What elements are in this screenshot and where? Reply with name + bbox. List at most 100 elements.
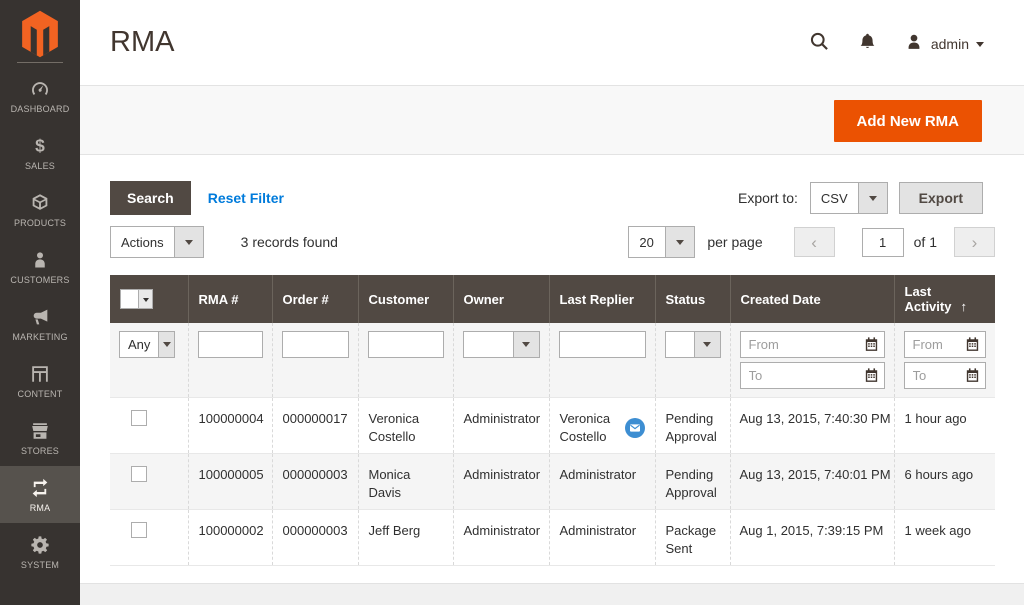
column-header-customer[interactable]: Customer (358, 275, 453, 323)
customers-icon (30, 249, 50, 271)
cell-status: Package Sent (655, 510, 730, 566)
calendar-icon[interactable] (863, 336, 880, 353)
export-button[interactable]: Export (899, 182, 983, 214)
cell-customer: Veronica Costello (358, 398, 453, 454)
rma-icon (28, 477, 52, 499)
user-icon (904, 32, 924, 57)
cell-last_replier: Administrator (549, 510, 655, 566)
cell-order: 000000003 (272, 454, 358, 510)
column-label: Status (666, 292, 706, 307)
customer-filter-input[interactable] (368, 331, 444, 358)
mass-select-filter[interactable]: Any (119, 331, 175, 358)
last-replier-text: Administrator (560, 522, 637, 540)
column-label: Customer (369, 292, 430, 307)
sort-asc-icon: ↑ (960, 299, 967, 314)
table-row[interactable]: 100000004000000017Veronica CostelloAdmin… (110, 398, 995, 454)
add-new-rma-button[interactable]: Add New RMA (834, 100, 983, 142)
page-size-select[interactable]: 20 (628, 226, 695, 258)
column-header-rma[interactable]: RMA # (188, 275, 272, 323)
rma-filter-input[interactable] (198, 331, 263, 358)
cell-activity: 1 week ago (894, 510, 995, 566)
cell-customer: Jeff Berg (358, 510, 453, 566)
sidebar-item-rma[interactable]: RMA (0, 466, 80, 523)
select-dropdown-arrow-icon[interactable] (138, 290, 152, 308)
cell-rma: 100000004 (188, 398, 272, 454)
table-row[interactable]: 100000002000000003Jeff BergAdministrator… (110, 510, 995, 566)
actions-value: Actions (111, 227, 174, 257)
user-name: admin (931, 36, 969, 52)
status-filter-value (666, 332, 694, 357)
select-arrow-icon (694, 332, 720, 357)
row-checkbox[interactable] (131, 522, 147, 538)
column-header-activity[interactable]: Last Activity↑ (894, 275, 995, 323)
prev-page-button[interactable]: ‹ (794, 227, 835, 257)
reset-filter-link[interactable]: Reset Filter (208, 190, 284, 206)
sidebar-item-sales[interactable]: $SALES (0, 124, 80, 181)
calendar-icon[interactable] (964, 367, 981, 384)
notifications-bell-icon[interactable] (857, 31, 878, 58)
grid-controls-row: Actions 3 records found 20 per page ‹ of… (110, 226, 995, 258)
filter-cell-owner (453, 323, 549, 398)
actions-select[interactable]: Actions (110, 226, 204, 258)
sidebar-item-products[interactable]: PRODUCTS (0, 181, 80, 238)
marketing-icon (29, 306, 51, 328)
sidebar-item-label: STORES (21, 446, 59, 456)
sidebar-item-system[interactable]: SYSTEM (0, 523, 80, 580)
column-header-created[interactable]: Created Date (730, 275, 894, 323)
cell-order: 000000017 (272, 398, 358, 454)
sidebar-item-label: PRODUCTS (14, 218, 66, 228)
search-button[interactable]: Search (110, 181, 191, 215)
calendar-icon[interactable] (964, 336, 981, 353)
last-replier-text: Veronica Costello (560, 410, 621, 445)
cell-rma: 100000002 (188, 510, 272, 566)
page-actions-band: Add New RMA (80, 85, 1024, 155)
sidebar-item-marketing[interactable]: MARKETING (0, 295, 80, 352)
row-checkbox[interactable] (131, 410, 147, 426)
row-checkbox[interactable] (131, 466, 147, 482)
table-row[interactable]: 100000005000000003Monica DavisAdministra… (110, 454, 995, 510)
filter-cell-select: Any (110, 323, 188, 398)
message-icon (625, 418, 645, 438)
cell-rma: 100000005 (188, 454, 272, 510)
magento-logo[interactable] (0, 0, 80, 60)
dashboard-icon (29, 78, 51, 100)
mass-select-value: Any (120, 332, 158, 357)
search-icon[interactable] (808, 30, 831, 58)
sidebar-item-customers[interactable]: CUSTOMERS (0, 238, 80, 295)
rma-grid-table: RMA # Order # Customer OwnerLast Replier Sta… (110, 275, 995, 566)
cell-owner: Administrator (453, 398, 549, 454)
status-filter-select[interactable] (665, 331, 721, 358)
order-filter-input[interactable] (282, 331, 349, 358)
filter-cell-created (730, 323, 894, 398)
footer-strip (80, 583, 1024, 605)
sidebar-item-stores[interactable]: STORES (0, 409, 80, 466)
page-title: RMA (110, 26, 174, 59)
select-all-header[interactable] (110, 275, 188, 323)
column-header-status[interactable]: Status (655, 275, 730, 323)
next-page-button[interactable]: › (954, 227, 995, 257)
sidebar-item-label: MARKETING (12, 332, 67, 342)
user-menu[interactable]: admin (904, 32, 984, 57)
sidebar-item-content[interactable]: CONTENT (0, 352, 80, 409)
column-header-owner[interactable]: Owner (453, 275, 549, 323)
cell-activity: 1 hour ago (894, 398, 995, 454)
owner-filter-select[interactable] (463, 331, 540, 358)
cell-select (110, 510, 188, 566)
sidebar-item-dashboard[interactable]: DASHBOARD (0, 67, 80, 124)
column-header-last_replier[interactable]: Last Replier (549, 275, 655, 323)
cell-created: Aug 13, 2015, 7:40:30 PM (730, 398, 894, 454)
select-all-checkbox[interactable] (120, 289, 153, 309)
system-icon (29, 534, 51, 556)
page-number-input[interactable] (862, 228, 904, 257)
sidebar-item-label: CONTENT (18, 389, 63, 399)
calendar-icon[interactable] (863, 367, 880, 384)
main-area: RMA admin Add New RMA Search Reset Filte… (80, 0, 1024, 605)
select-arrow-icon (513, 332, 539, 357)
chevron-down-icon (976, 42, 984, 51)
column-header-order[interactable]: Order # (272, 275, 358, 323)
sidebar-menu: DASHBOARD$SALES PRODUCTS CUSTOMERS MARKETIN… (0, 67, 80, 580)
last_replier-filter-input[interactable] (559, 331, 646, 358)
export-format-select[interactable]: CSV (810, 182, 888, 214)
column-label: RMA # (199, 292, 239, 307)
grid-content: Search Reset Filter Export to: CSV Expor… (80, 155, 1024, 566)
